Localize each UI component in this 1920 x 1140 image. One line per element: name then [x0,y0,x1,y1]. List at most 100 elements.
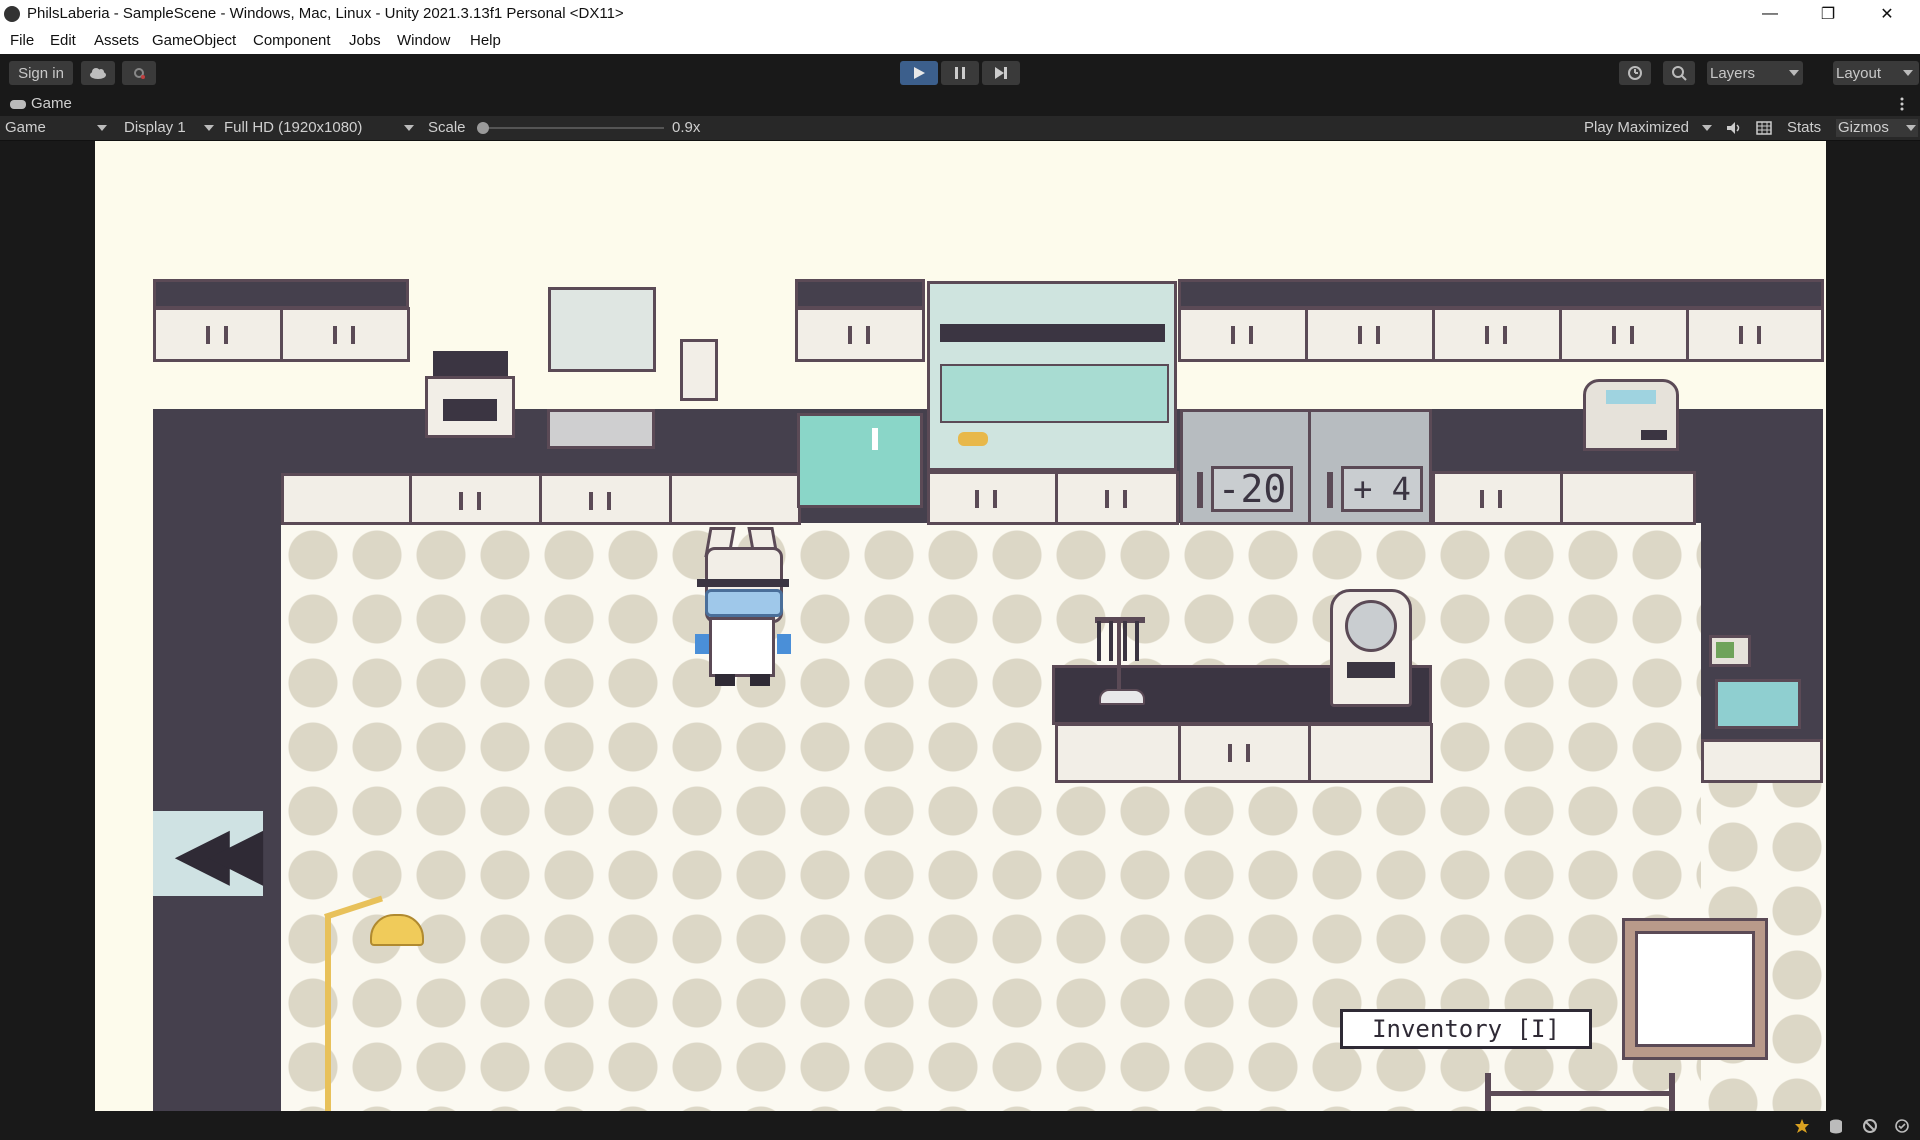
collab-icon [134,68,145,79]
wall-cabinet [153,307,283,362]
wall-cabinet [795,307,925,362]
menu-bar: File Edit Assets GameObject Component Jo… [0,28,1920,55]
gizmos-label: Gizmos [1838,119,1889,136]
item-slot-frame [1622,918,1768,1060]
pause-icon [955,67,965,79]
layout-label: Layout [1836,64,1882,82]
play-mode-label: Play Maximized [1584,119,1690,136]
layers-dropdown[interactable]: Layers [1707,61,1803,85]
history-button[interactable] [1619,61,1651,85]
gamepad-icon [10,97,26,109]
beaker-icon [958,432,988,446]
typewriter[interactable] [425,351,515,446]
pause-button[interactable] [941,61,979,85]
view-dropdown[interactable]: Game [5,119,110,137]
menu-edit[interactable]: Edit [50,32,76,49]
freezer-minus-20-label: -20 [1211,466,1293,512]
pipette-stand[interactable] [1085,609,1155,709]
scale-slider-track[interactable] [482,127,664,129]
wall-cabinet [1305,307,1435,362]
wall-cabinet-top [153,279,409,309]
resolution-dropdown[interactable]: Full HD (1920x1080) [224,119,414,137]
stats-button[interactable]: Stats [1787,119,1821,136]
minimize-button[interactable]: — [1747,0,1793,28]
mute-audio-button[interactable] [1726,121,1742,135]
collab-button[interactable] [122,61,156,85]
gizmos-dropdown[interactable]: Gizmos [1836,119,1918,137]
wall-cabinet-top [795,279,925,309]
cloud-button[interactable] [81,61,115,85]
speaker-icon [1727,122,1740,134]
floor-lamp [315,895,425,1111]
layout-dropdown[interactable]: Layout [1833,61,1919,85]
close-button[interactable]: ✕ [1864,0,1910,28]
maximize-button[interactable]: ❐ [1805,0,1851,28]
view-label: Game [5,119,46,136]
back-button[interactable]: ◀◀ [153,811,263,896]
grid-icon [1756,121,1772,135]
play-icon [914,67,925,79]
fume-hood[interactable] [927,281,1177,471]
game-render-area[interactable]: -20 + 4 ◀◀ Inventory [I] [95,141,1826,1111]
step-button[interactable] [982,61,1020,85]
sink[interactable] [547,409,655,449]
menu-assets[interactable]: Assets [94,32,139,49]
status-bar [0,1111,1920,1140]
more-options-icon[interactable] [1900,96,1904,112]
progress-spinner-icon [1794,1118,1810,1134]
menu-window[interactable]: Window [397,32,450,49]
chevron-down-icon [1906,125,1916,131]
game-view-bar: Game Display 1 Full HD (1920x1080) Scale… [0,116,1920,141]
centrifuge[interactable] [1583,379,1679,451]
menu-file[interactable]: File [10,32,34,49]
wall-cabinet [280,307,410,362]
scale-slider-handle[interactable] [477,122,489,134]
tab-game[interactable]: Game [31,95,72,112]
incubator[interactable] [797,413,923,508]
play-mode-dropdown[interactable]: Play Maximized [1584,119,1714,137]
chevron-down-icon [404,125,414,131]
menu-component[interactable]: Component [253,32,331,49]
debug-icon[interactable] [1862,1118,1878,1134]
game-tab-bar: Game [0,92,1920,116]
power-supply[interactable] [1709,635,1751,667]
chevron-down-icon [1702,125,1712,131]
sign-in-button[interactable]: Sign in [9,61,73,85]
window-title: PhilsLaberia - SampleScene - Windows, Ma… [27,5,624,22]
player-character[interactable] [695,519,795,689]
display-dropdown[interactable]: Display 1 [124,119,216,137]
item-slot[interactable] [1635,931,1755,1047]
search-icon [1672,66,1687,81]
unity-logo-icon [4,6,20,22]
chevron-down-icon [204,125,214,131]
lab-counter [927,471,1179,525]
window-titlebar: PhilsLaberia - SampleScene - Windows, Ma… [0,0,1920,28]
play-button[interactable] [900,61,938,85]
soap-dispenser[interactable] [680,339,718,401]
chevron-down-icon [97,125,107,131]
lab-cart [1485,1073,1675,1111]
menu-help[interactable]: Help [470,32,501,49]
menu-jobs[interactable]: Jobs [349,32,381,49]
history-icon [1628,66,1642,80]
check-icon[interactable] [1894,1118,1910,1134]
database-icon[interactable] [1828,1118,1844,1134]
freezer-unit[interactable]: -20 + 4 [1180,409,1432,525]
main-toolbar: Sign in Layers Layout [0,54,1920,92]
wall-cabinet [1559,307,1689,362]
chevron-down-icon [1903,70,1913,76]
step-icon [995,67,1007,79]
scale-value: 0.9x [672,119,701,136]
lab-counter [281,473,801,525]
inventory-button[interactable]: Inventory [I] [1340,1009,1592,1049]
analyzer-device[interactable] [1330,589,1412,707]
wall-cabinet-top [1178,279,1824,309]
vsync-button[interactable] [1756,121,1772,135]
wall-cabinet [1686,307,1824,362]
search-button[interactable] [1663,61,1695,85]
notice-board[interactable] [548,287,656,372]
gel-electrophoresis[interactable] [1715,679,1801,729]
menu-gameobject[interactable]: GameObject [152,32,236,49]
chevron-down-icon [1789,70,1799,76]
display-label: Display 1 [124,119,186,136]
